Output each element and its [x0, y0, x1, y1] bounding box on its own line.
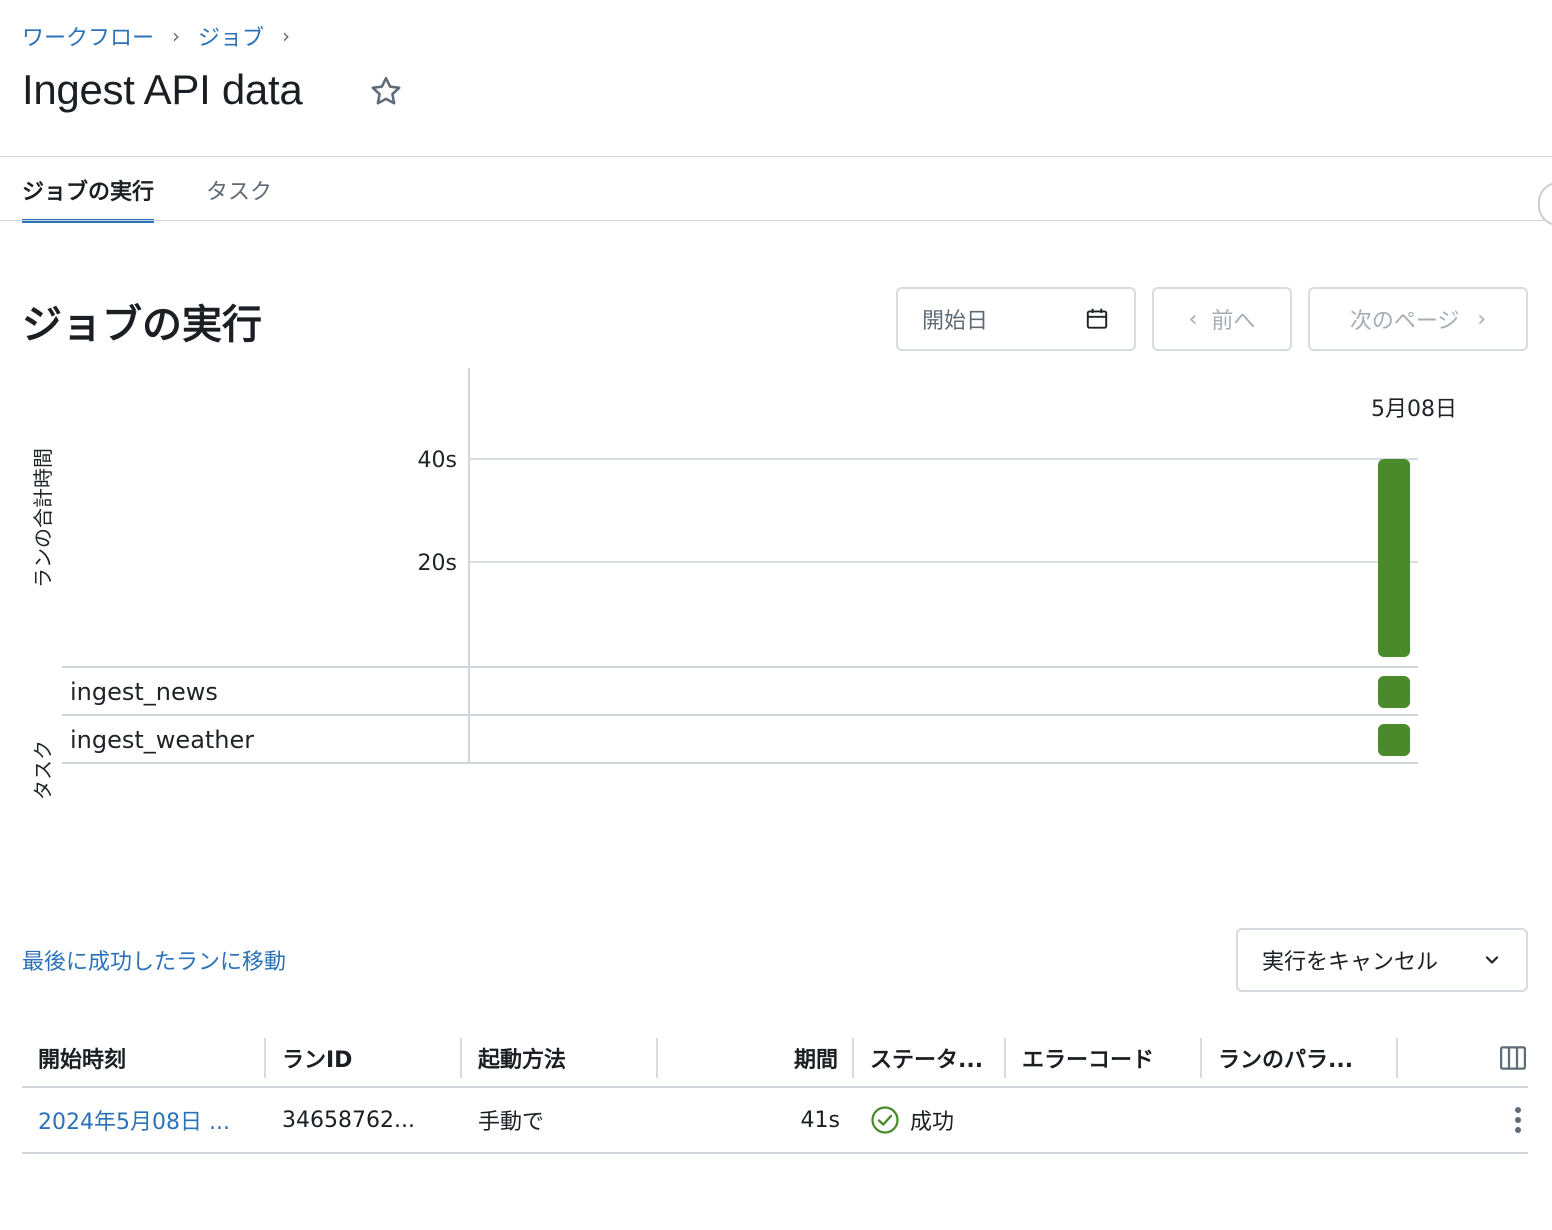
previous-page-label: 前へ — [1211, 309, 1256, 334]
run-start-time-link[interactable]: 2024年5月08日 ... — [22, 1104, 266, 1136]
chevron-down-icon — [1485, 956, 1499, 964]
tabs-divider — [0, 220, 1552, 221]
next-page-button[interactable]: 次のページ › — [1308, 287, 1528, 351]
previous-page-button[interactable]: ‹ 前へ — [1152, 287, 1292, 351]
cancel-runs-label: 実行をキャンセル — [1262, 950, 1439, 975]
column-header-duration[interactable]: 期間 — [658, 1038, 854, 1078]
runs-table: 開始時刻 ランID 起動方法 期間 ステータ... エラーコード ランのパラ..… — [22, 1030, 1528, 1154]
start-date-placeholder: 開始日 — [922, 309, 989, 334]
run-trigger-cell: 手動で — [478, 1110, 545, 1135]
breadcrumb-chevron-icon: › — [172, 24, 181, 48]
column-header-error-code[interactable]: エラーコード — [1006, 1038, 1202, 1078]
column-header-status[interactable]: ステータ... — [854, 1038, 1006, 1078]
task-status-block — [1378, 676, 1410, 708]
breadcrumb-workflows-link[interactable]: ワークフロー — [22, 20, 154, 52]
column-header-run-params[interactable]: ランのパラ... — [1202, 1038, 1398, 1078]
page-title: Ingest API data — [22, 66, 303, 113]
chart-bar — [1378, 459, 1410, 657]
header-divider — [0, 156, 1552, 157]
job-runs-chart: 20s 40s ランの合計時間 5月08日 ingest_news ingest_weat… — [0, 360, 1552, 820]
run-status-label: 成功 — [910, 1110, 955, 1135]
next-page-label: 次のページ — [1349, 309, 1460, 334]
chart-y-axis-title: ランの合計時間 — [31, 448, 55, 588]
tab-job-runs[interactable]: ジョブの実行 — [22, 172, 155, 223]
cancel-runs-dropdown[interactable]: 実行をキャンセル — [1236, 928, 1528, 992]
task-status-block — [1378, 724, 1410, 756]
breadcrumb: ワークフロー › ジョブ › — [22, 20, 308, 52]
column-header-run-id[interactable]: ランID — [266, 1038, 462, 1078]
columns-icon — [1500, 1046, 1526, 1070]
check-circle-icon — [871, 1106, 899, 1134]
job-runs-chart-svg: 20s 40s ランの合計時間 5月08日 ingest_news ingest_weat… — [31, 368, 1457, 800]
calendar-icon — [1086, 308, 1108, 329]
chart-task-axis-title: タスク — [31, 740, 55, 800]
run-duration-cell: 41s — [800, 1107, 840, 1133]
table-row: 2024年5月08日 ... 34658762... 手動で 41s 成功 — [22, 1088, 1528, 1154]
chevron-left-icon: ‹ — [1188, 306, 1198, 332]
column-picker-button[interactable] — [1398, 1038, 1528, 1078]
tab-bar: ジョブの実行 タスク — [22, 172, 324, 223]
chevron-right-icon: › — [1477, 306, 1487, 332]
chart-y-tick-label: 40s — [418, 448, 457, 473]
breadcrumb-chevron-icon: › — [282, 24, 291, 48]
section-title: ジョブの実行 — [22, 302, 262, 348]
column-header-trigger[interactable]: 起動方法 — [462, 1038, 658, 1078]
breadcrumb-jobs-link[interactable]: ジョブ — [198, 20, 264, 52]
chart-y-tick-label: 20s — [418, 551, 457, 576]
column-header-start-time[interactable]: 開始時刻 — [22, 1038, 266, 1078]
go-to-last-successful-run-link[interactable]: 最後に成功したランに移動 — [22, 944, 286, 976]
tab-tasks[interactable]: タスク — [206, 172, 272, 218]
row-kebab-menu-button[interactable] — [1398, 1104, 1528, 1136]
run-id-cell: 34658762... — [282, 1107, 415, 1133]
table-header: 開始時刻 ランID 起動方法 期間 ステータ... エラーコード ランのパラ..… — [22, 1030, 1528, 1088]
run-status-cell: 成功 — [854, 1104, 1006, 1136]
chart-x-category-label: 5月08日 — [1371, 397, 1457, 422]
kebab-menu-icon — [1515, 1107, 1521, 1133]
start-date-picker[interactable]: 開始日 — [896, 287, 1136, 351]
task-row-label: ingest_weather — [70, 726, 254, 754]
task-row-label: ingest_news — [70, 678, 218, 706]
star-icon[interactable] — [368, 74, 404, 110]
